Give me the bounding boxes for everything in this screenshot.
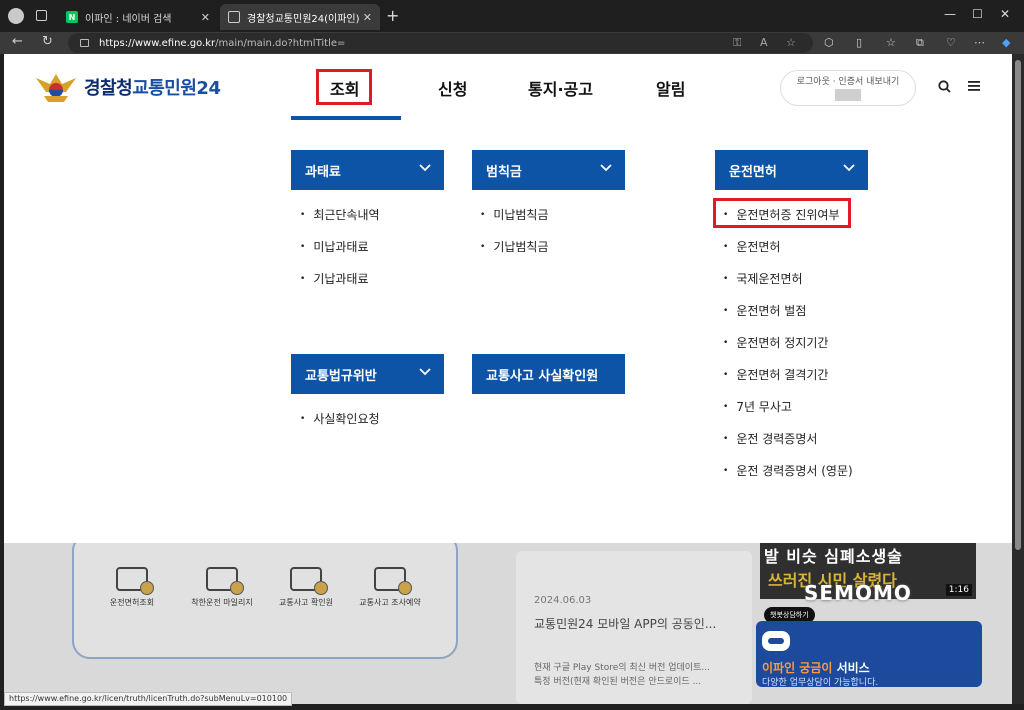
menu-item-license-points[interactable]: 운전면허 벌점 [723,302,806,319]
url-path: /main/main.do?htmlTitle= [215,37,346,49]
browser-tabbar: N 이파인 : 네이버 검색 ✕ 경찰청교통민원24(이파인) ✕ + — ☐ … [0,0,1024,32]
refresh-icon[interactable]: ↻ [42,34,53,49]
menu-group-penalty[interactable]: 범칙금 [472,150,625,190]
lock-icon [80,39,89,47]
site-logo[interactable]: 경찰청교통민원24 [34,70,221,104]
menu-item-seven-year-safe[interactable]: 7년 무사고 [723,398,792,415]
menu-item-intl-license[interactable]: 국제운전면허 [723,270,802,287]
copilot-icon[interactable]: ◆ [1002,36,1010,49]
hamburger-menu-icon[interactable] [968,80,981,96]
nav-apply[interactable]: 신청 [438,76,467,100]
nav-highlight-box [316,69,372,105]
chatbot-subtitle: 다양한 업무상담이 가능합니다. [762,678,879,688]
menu-group-accident-certificate[interactable]: 교통사고 사실확인원 [472,354,625,394]
dimmed-page-background: 운전면허조회 착한운전 마일리지 교통사고 확인원 교통사고 조사예약 2024… [4,543,1012,704]
chevron-down-icon [418,160,432,174]
menu-group-license[interactable]: 운전면허 [715,150,868,190]
search-icon[interactable] [938,80,951,97]
key-icon[interactable]: ⚿ [733,36,741,50]
menu-item-license-suspension[interactable]: 운전면허 정지기간 [723,334,828,351]
nav-active-indicator [291,116,401,120]
scrollbar-thumb[interactable] [1015,60,1021,550]
menu-group-title: 운전면허 [729,164,777,180]
menu-item-driving-record[interactable]: 운전 경력증명서 [723,430,817,447]
police-emblem-icon [34,70,78,104]
split-screen-icon[interactable]: ▯ [856,36,862,49]
menu-item-unpaid-fine[interactable]: 미납과태료 [300,238,368,255]
health-icon[interactable]: ♡ [946,36,956,49]
menu-item-license-disqualification[interactable]: 운전면허 결격기간 [723,366,828,383]
menu-item-recent-violations[interactable]: 최근단속내역 [300,206,379,223]
logo-text-agency: 경찰청 [84,78,133,99]
web-page: 경찰청교통민원24 조회 신청 통지·공고 알림 로그아웃 · 인증서 내보내기… [4,54,1012,704]
menu-group-fine[interactable]: 과태료 [291,150,444,190]
service-license-inquiry[interactable]: 운전면허조회 [100,567,164,608]
favorites-icon[interactable]: ☆ [886,36,896,49]
browser-tab-efine[interactable]: 경찰청교통민원24(이파인) ✕ [220,4,380,30]
news-date: 2024.06.03 [534,595,592,606]
watermark: SEMOMO [804,581,912,605]
menu-item-driving-record-english[interactable]: 운전 경력증명서 (영문) [723,462,852,479]
service-accident-confirmation[interactable]: 교통사고 확인원 [274,567,338,608]
license-card-icon [116,567,154,595]
profile-avatar[interactable] [8,8,24,24]
extensions-icon[interactable]: ⬡ [824,36,834,49]
service-accident-reservation[interactable]: 교통사고 조사예약 [358,567,422,608]
menu-group-title: 교통법규위반 [305,368,377,384]
menu-group-title: 범칙금 [486,164,522,180]
url-host: https://www.efine.go.kr [99,37,216,49]
chatbot-icon [762,631,790,651]
page-scrollbar[interactable] [1012,54,1024,704]
more-tools-icon[interactable]: ⋯ [974,36,985,49]
chatbot-card[interactable]: 이파인 궁금이 서비스 다양한 업무상담이 가능합니다. [756,621,982,688]
address-bar[interactable]: https://www.efine.go.kr/main/main.do?htm… [68,33,813,53]
site-header: 경찰청교통민원24 조회 신청 통지·공고 알림 로그아웃 · 인증서 내보내기 [4,54,1012,120]
maximize-icon[interactable]: ☐ [972,7,983,21]
news-title[interactable]: 교통민원24 모바일 APP의 공동인... [534,615,716,632]
tab-title: 이파인 : 네이버 검색 [85,13,172,25]
video-duration: 1:16 [945,584,972,596]
news-body: 현재 구글 Play Store의 최신 버전 업데이트... 특정 버전(현재 … [534,663,710,687]
menu-item-fact-check-request[interactable]: 사실확인요청 [300,410,379,427]
menu-item-unpaid-penalty[interactable]: 미납범칙금 [480,206,548,223]
chevron-down-icon [842,160,856,174]
car-document-icon [290,567,328,595]
minimize-icon[interactable]: — [944,7,956,21]
collections-icon[interactable]: ⧉ [916,36,924,50]
tab-actions-icon[interactable] [36,10,47,21]
chevron-down-icon [418,364,432,378]
back-icon[interactable]: ← [12,34,23,49]
logout-cert-export[interactable]: 로그아웃 · 인증서 내보내기 [781,76,915,89]
car-hand-icon [374,567,412,595]
nav-notice[interactable]: 통지·공고 [528,76,593,100]
license-item-highlight-box [713,198,851,228]
menu-item-license[interactable]: 운전면허 [723,238,780,255]
browser-tab-naver[interactable]: N 이파인 : 네이버 검색 ✕ [58,4,218,30]
menu-item-paid-fine[interactable]: 기납과태료 [300,270,368,287]
close-tab-icon[interactable]: ✕ [201,11,210,24]
user-utility-box[interactable]: 로그아웃 · 인증서 내보내기 [780,70,916,106]
page-favicon-icon [228,11,240,23]
logo-text-service: 교통민원24 [132,78,221,99]
car-coin-icon [206,567,244,595]
chevron-down-icon [599,160,613,174]
menu-item-paid-penalty[interactable]: 기납범칙금 [480,238,548,255]
browser-toolbar: ← ↻ https://www.efine.go.kr/main/main.do… [0,32,1024,54]
close-tab-icon[interactable]: ✕ [363,11,372,24]
nav-alert[interactable]: 알림 [656,76,685,100]
naver-favicon-icon: N [66,11,78,23]
favorite-star-icon[interactable]: ☆ [786,36,796,49]
menu-group-traffic-violation[interactable]: 교통법규위반 [291,354,444,394]
video-caption-1: 발 비슷 심폐소생술 [764,547,903,566]
read-aloud-icon[interactable]: A [760,36,768,49]
service-good-driving-mileage[interactable]: 착한운전 마일리지 [190,567,254,608]
tab-title: 경찰청교통민원24(이파인) [247,13,360,25]
close-window-icon[interactable]: ✕ [1000,7,1010,21]
status-bar-url: https://www.efine.go.kr/licen/truth/lice… [4,692,293,706]
menu-group-title: 교통사고 사실확인원 [486,368,599,384]
masked-username [835,89,861,101]
chatbot-title: 이파인 궁금이 서비스 [762,661,870,675]
new-tab-icon[interactable]: + [386,6,399,25]
menu-group-title: 과태료 [305,164,341,180]
